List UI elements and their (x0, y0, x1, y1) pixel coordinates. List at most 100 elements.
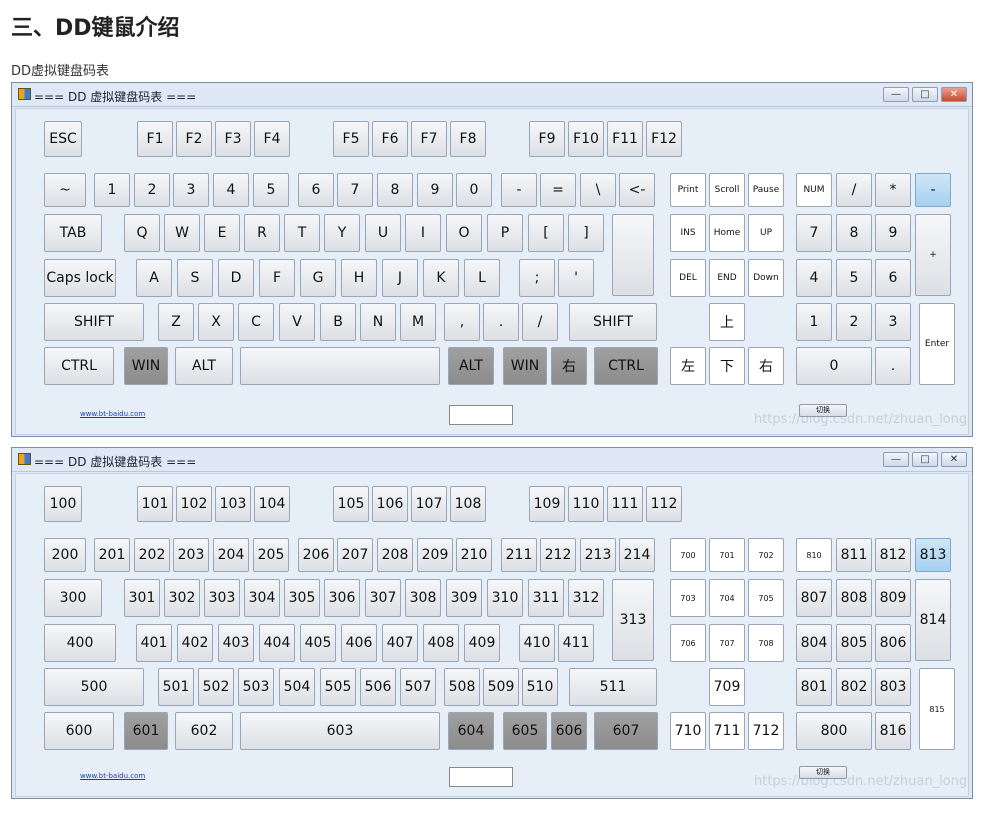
key--[interactable]: ~ (44, 173, 86, 207)
maximize-button[interactable]: □ (912, 87, 938, 102)
key-801[interactable]: 801 (796, 668, 832, 706)
key-807[interactable]: 807 (796, 579, 832, 617)
key--[interactable]: ] (568, 214, 604, 252)
key-112[interactable]: 112 (646, 486, 682, 522)
key-shift[interactable]: SHIFT (44, 303, 144, 341)
key-200[interactable]: 200 (44, 538, 86, 572)
key-end[interactable]: END (709, 259, 745, 297)
key--[interactable]: . (483, 303, 519, 341)
key-510[interactable]: 510 (522, 668, 558, 706)
key-811[interactable]: 811 (836, 538, 872, 572)
key-312[interactable]: 312 (568, 579, 604, 617)
key--[interactable]: + (915, 214, 951, 296)
key-812[interactable]: 812 (875, 538, 911, 572)
key-r[interactable]: R (244, 214, 280, 252)
key-803[interactable]: 803 (875, 668, 911, 706)
key-f10[interactable]: F10 (568, 121, 604, 157)
key-404[interactable]: 404 (259, 624, 295, 662)
footer-link[interactable]: www.bt-baidu.com (80, 772, 145, 780)
key-2[interactable]: 2 (134, 173, 170, 207)
key-302[interactable]: 302 (164, 579, 200, 617)
minimize-button[interactable]: — (883, 87, 909, 102)
close-button[interactable]: ✕ (941, 452, 967, 467)
key-213[interactable]: 213 (580, 538, 616, 572)
key-ins[interactable]: INS (670, 214, 706, 252)
key-ctrl[interactable]: CTRL (44, 347, 114, 385)
key-209[interactable]: 209 (417, 538, 453, 572)
key--[interactable]: \ (580, 173, 616, 207)
key-210[interactable]: 210 (456, 538, 492, 572)
key-813[interactable]: 813 (915, 538, 951, 572)
key-1[interactable]: 1 (94, 173, 130, 207)
key-win[interactable]: WIN (503, 347, 547, 385)
key-815[interactable]: 815 (919, 668, 955, 750)
key-del[interactable]: DEL (670, 259, 706, 297)
key-v[interactable]: V (279, 303, 315, 341)
key-7[interactable]: 7 (337, 173, 373, 207)
key-x[interactable]: X (198, 303, 234, 341)
key-f11[interactable]: F11 (607, 121, 643, 157)
key-109[interactable]: 109 (529, 486, 565, 522)
key-810[interactable]: 810 (796, 538, 832, 572)
key-704[interactable]: 704 (709, 579, 745, 617)
key-alt[interactable]: ALT (175, 347, 233, 385)
key-201[interactable]: 201 (94, 538, 130, 572)
key-111[interactable]: 111 (607, 486, 643, 522)
key-203[interactable]: 203 (173, 538, 209, 572)
key-808[interactable]: 808 (836, 579, 872, 617)
key-tab[interactable]: TAB (44, 214, 102, 252)
key-605[interactable]: 605 (503, 712, 547, 750)
key-home[interactable]: Home (709, 214, 745, 252)
key-814[interactable]: 814 (915, 579, 951, 661)
key-n[interactable]: N (360, 303, 396, 341)
key-307[interactable]: 307 (365, 579, 401, 617)
key-d[interactable]: D (218, 259, 254, 297)
key-c[interactable]: C (238, 303, 274, 341)
key-300[interactable]: 300 (44, 579, 102, 617)
key-214[interactable]: 214 (619, 538, 655, 572)
key-4[interactable]: 4 (213, 173, 249, 207)
key-7[interactable]: 7 (796, 214, 832, 252)
key-301[interactable]: 301 (124, 579, 160, 617)
key-2[interactable]: 2 (836, 303, 872, 341)
key-blank[interactable] (240, 347, 440, 385)
key-700[interactable]: 700 (670, 538, 706, 572)
key-右[interactable]: 右 (748, 347, 784, 385)
key-u[interactable]: U (365, 214, 401, 252)
key-206[interactable]: 206 (298, 538, 334, 572)
key-5[interactable]: 5 (253, 173, 289, 207)
key-blank[interactable] (612, 214, 654, 296)
key-f3[interactable]: F3 (215, 121, 251, 157)
key-up[interactable]: UP (748, 214, 784, 252)
key-106[interactable]: 106 (372, 486, 408, 522)
key-604[interactable]: 604 (448, 712, 494, 750)
key-506[interactable]: 506 (360, 668, 396, 706)
key-k[interactable]: K (423, 259, 459, 297)
key-303[interactable]: 303 (204, 579, 240, 617)
key--[interactable]: / (522, 303, 558, 341)
key-j[interactable]: J (382, 259, 418, 297)
key-507[interactable]: 507 (400, 668, 436, 706)
key-右[interactable]: 右 (551, 347, 587, 385)
key-0[interactable]: 0 (796, 347, 872, 385)
key-205[interactable]: 205 (253, 538, 289, 572)
key-202[interactable]: 202 (134, 538, 170, 572)
key-f7[interactable]: F7 (411, 121, 447, 157)
key-9[interactable]: 9 (875, 214, 911, 252)
key--[interactable]: = (540, 173, 576, 207)
key-411[interactable]: 411 (558, 624, 594, 662)
key-304[interactable]: 304 (244, 579, 280, 617)
key-708[interactable]: 708 (748, 624, 784, 662)
key-204[interactable]: 204 (213, 538, 249, 572)
key-enter[interactable]: Enter (919, 303, 955, 385)
key-409[interactable]: 409 (464, 624, 500, 662)
key-104[interactable]: 104 (254, 486, 290, 522)
key-405[interactable]: 405 (300, 624, 336, 662)
key-707[interactable]: 707 (709, 624, 745, 662)
key-107[interactable]: 107 (411, 486, 447, 522)
key-z[interactable]: Z (158, 303, 194, 341)
key-shift[interactable]: SHIFT (569, 303, 657, 341)
minimize-button[interactable]: — (883, 452, 909, 467)
key--[interactable]: , (444, 303, 480, 341)
key-5[interactable]: 5 (836, 259, 872, 297)
